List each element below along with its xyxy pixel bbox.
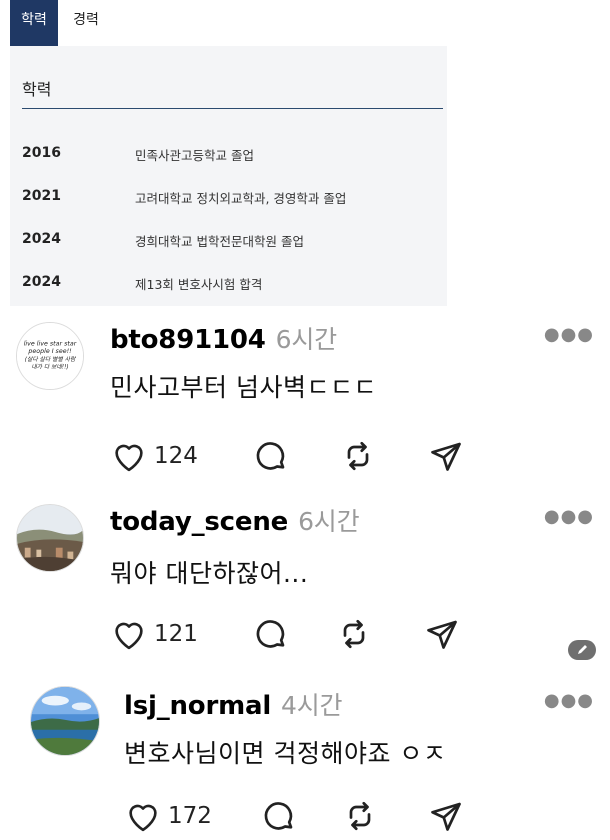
action-bar: 172 bbox=[124, 796, 484, 836]
education-row: 2024 경희대학교 법학전문대학원 졸업 bbox=[10, 231, 447, 255]
education-row: 2021 고려대학교 정치외교학과, 경영학과 졸업 bbox=[10, 188, 447, 212]
share-button[interactable] bbox=[428, 436, 464, 476]
comment-bubble-icon bbox=[264, 802, 293, 830]
reply-button[interactable] bbox=[252, 614, 290, 654]
education-tabs: 학력 경력 bbox=[10, 0, 447, 46]
avatar-image bbox=[17, 505, 83, 571]
education-row: 2016 민족사관고등학교 졸업 bbox=[10, 145, 447, 169]
repost-button[interactable] bbox=[336, 614, 372, 654]
timestamp: 6시간 bbox=[275, 325, 338, 354]
heading-divider bbox=[22, 108, 443, 109]
heart-icon bbox=[115, 622, 143, 650]
username-row: today_scene 6시간 bbox=[110, 502, 360, 538]
reply-button[interactable] bbox=[252, 436, 290, 476]
avatar-text: 내가 다 보네!!) bbox=[31, 364, 68, 371]
repost-button[interactable] bbox=[340, 436, 376, 476]
heart-icon bbox=[115, 444, 143, 472]
send-icon bbox=[427, 620, 457, 649]
repost-button[interactable] bbox=[342, 796, 378, 836]
send-icon bbox=[431, 802, 461, 831]
username[interactable]: bto891104 bbox=[110, 325, 266, 355]
education-card: 학력 경력 학력 2016 민족사관고등학교 졸업 2021 고려대학교 정치외… bbox=[10, 0, 447, 306]
like-count: 172 bbox=[168, 803, 212, 829]
avatar-text: people I see!! bbox=[27, 348, 72, 355]
action-bar: 124 bbox=[110, 436, 470, 476]
avatar-image bbox=[31, 687, 99, 755]
username[interactable]: lsj_normal bbox=[124, 691, 271, 721]
education-row: 2024 제13회 변호사시험 합격 bbox=[10, 274, 447, 298]
comment: today_scene 6시간 ●●● 뭐야 대단하잖어... 121 bbox=[0, 502, 610, 672]
education-description: 민족사관고등학교 졸업 bbox=[135, 148, 254, 163]
education-description: 제13회 변호사시험 합격 bbox=[135, 277, 263, 292]
avatar-text: (살다 살다 별별 사람 bbox=[25, 356, 77, 363]
education-year: 2021 bbox=[22, 188, 61, 204]
username-row: lsj_normal 4시간 bbox=[124, 686, 343, 722]
comment-bubble-icon bbox=[256, 620, 285, 648]
avatar[interactable] bbox=[16, 504, 84, 572]
send-icon bbox=[431, 442, 461, 471]
share-button[interactable] bbox=[428, 796, 464, 836]
comment-text: 뭐야 대단하잖어... bbox=[110, 559, 309, 588]
education-heading: 학력 bbox=[22, 80, 52, 99]
timestamp: 4시간 bbox=[281, 691, 343, 720]
like-button[interactable]: 124 bbox=[110, 436, 198, 476]
repost-icon bbox=[347, 441, 369, 471]
comment: live live star star people I see!! (살다 살… bbox=[0, 318, 610, 498]
tab-career[interactable]: 경력 bbox=[66, 0, 106, 46]
education-description: 고려대학교 정치외교학과, 경영학과 졸업 bbox=[135, 191, 347, 206]
like-button[interactable]: 172 bbox=[124, 796, 212, 836]
more-horizontal-icon[interactable]: ●●● bbox=[544, 690, 594, 711]
comment-text: 민사고부터 넘사벽ㄷㄷㄷ bbox=[110, 373, 377, 402]
username-row: bto891104 6시간 bbox=[110, 320, 337, 356]
like-count: 121 bbox=[154, 621, 198, 647]
education-year: 2024 bbox=[22, 231, 61, 247]
action-bar: 121 bbox=[110, 614, 470, 654]
like-count: 124 bbox=[154, 443, 198, 469]
username[interactable]: today_scene bbox=[110, 507, 288, 537]
repost-icon bbox=[343, 619, 365, 649]
edit-badge[interactable] bbox=[568, 640, 596, 660]
comment-bubble-icon bbox=[256, 442, 285, 470]
more-horizontal-icon[interactable]: ●●● bbox=[544, 506, 594, 527]
share-button[interactable] bbox=[424, 614, 460, 654]
tab-education[interactable]: 학력 bbox=[10, 0, 58, 46]
education-year: 2024 bbox=[22, 274, 61, 290]
repost-icon bbox=[349, 801, 371, 831]
comment-text: 변호사님이면 걱정해야죠 ㅇㅈ bbox=[124, 739, 447, 768]
education-description: 경희대학교 법학전문대학원 졸업 bbox=[135, 234, 304, 249]
avatar[interactable]: live live star star people I see!! (살다 살… bbox=[16, 322, 84, 390]
avatar-text: live live star star bbox=[24, 339, 77, 347]
pencil-icon bbox=[578, 645, 587, 654]
avatar-image: live live star star people I see!! (살다 살… bbox=[17, 323, 83, 389]
more-horizontal-icon[interactable]: ●●● bbox=[544, 324, 594, 345]
comment: lsj_normal 4시간 ●●● 변호사님이면 걱정해야죠 ㅇㅈ 172 bbox=[0, 684, 610, 840]
reply-button[interactable] bbox=[260, 796, 298, 836]
avatar[interactable] bbox=[30, 686, 100, 756]
education-year: 2016 bbox=[22, 145, 61, 161]
heart-icon bbox=[129, 804, 157, 832]
like-button[interactable]: 121 bbox=[110, 614, 198, 654]
timestamp: 6시간 bbox=[298, 507, 360, 536]
